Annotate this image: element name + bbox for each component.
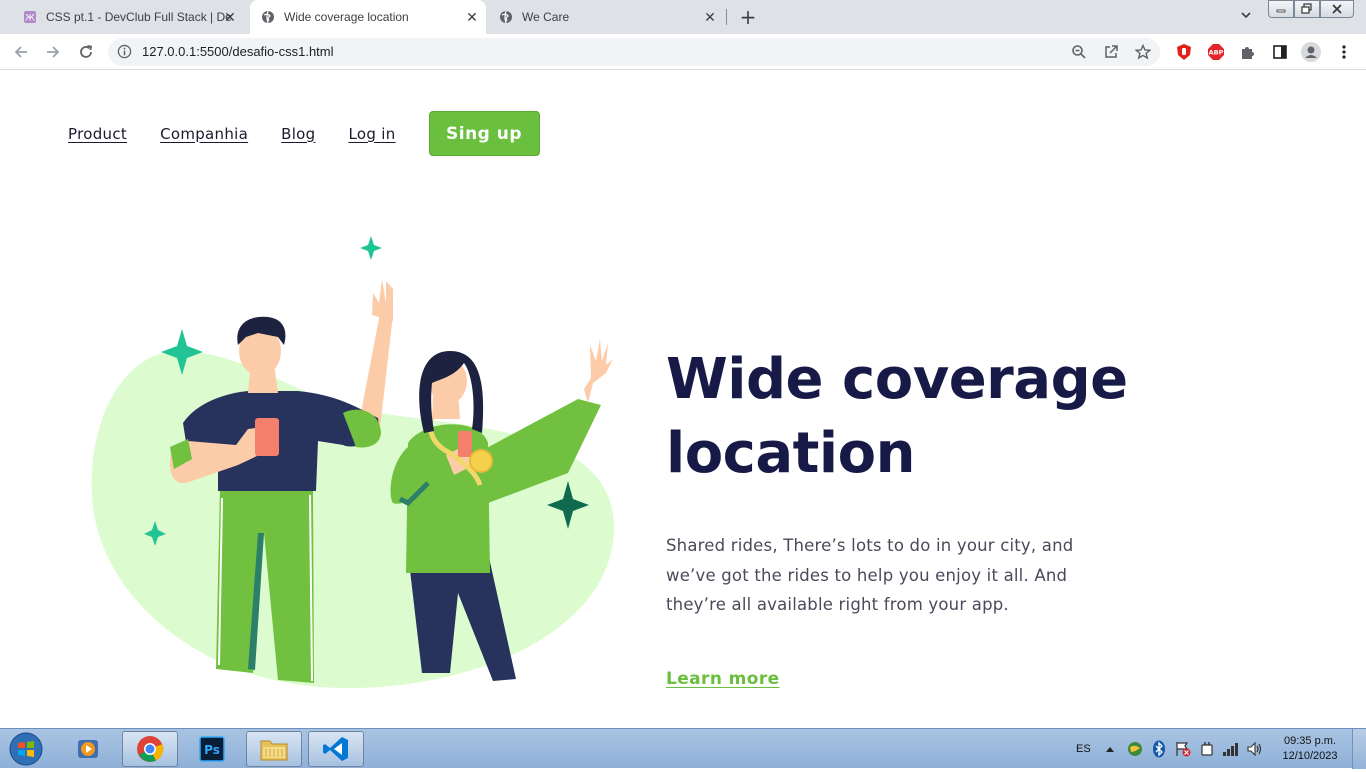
svg-text:Ps: Ps <box>204 743 220 757</box>
devclub-favicon-icon: Ж <box>22 9 38 25</box>
hero-title-line-1: Wide coverage <box>666 347 1128 412</box>
share-icon[interactable] <box>1103 44 1119 60</box>
network-globe-tray-icon[interactable] <box>1126 729 1144 769</box>
bluetooth-icon[interactable] <box>1152 729 1166 769</box>
extension-shield-icon[interactable] <box>1174 42 1194 62</box>
hero-title: Wide coverage location <box>666 343 1146 491</box>
taskbar-explorer-icon[interactable] <box>246 731 302 767</box>
tab-title: Wide coverage location <box>284 10 409 24</box>
site-info-icon[interactable] <box>117 44 132 63</box>
taskbar-chrome-icon[interactable] <box>122 731 178 767</box>
side-panel-icon[interactable] <box>1270 42 1290 62</box>
tab-title: We Care <box>522 10 570 24</box>
learn-more-link[interactable]: Learn more <box>666 669 780 689</box>
url-text[interactable]: 127.0.0.1:5500/desafio-css1.html <box>142 44 334 59</box>
taskbar-clock[interactable]: 09:35 p.m. 12/10/2023 <box>1272 734 1348 764</box>
close-tab-icon[interactable]: ✕ <box>702 9 718 25</box>
bookmark-star-icon[interactable] <box>1134 43 1152 60</box>
svg-text:ABP: ABP <box>1209 49 1224 57</box>
close-tab-icon[interactable]: ✕ <box>222 9 238 25</box>
window-minimize-button[interactable] <box>1268 0 1294 18</box>
language-indicator[interactable]: ES <box>1076 729 1091 769</box>
clock-time: 09:35 p.m. <box>1284 735 1336 747</box>
tab-wide-coverage[interactable]: Wide coverage location ✕ <box>250 0 486 34</box>
tab-devclub[interactable]: Ж CSS pt.1 - DevClub Full Stack | De ✕ <box>12 0 244 34</box>
nav-link-companhia[interactable]: Companhia <box>160 125 248 143</box>
hero-description: Shared rides, There’s lots to do in your… <box>666 536 1074 614</box>
hero-title-line-2: location <box>666 421 915 486</box>
chrome-menu-icon[interactable] <box>1334 42 1354 62</box>
nav-link-login[interactable]: Log in <box>348 125 395 143</box>
show-desktop-button[interactable] <box>1352 729 1366 769</box>
reload-icon[interactable] <box>74 40 98 64</box>
hero-illustration <box>88 233 628 693</box>
taskbar-vscode-icon[interactable] <box>308 731 364 767</box>
windows-taskbar: Ps ES 09:35 p.m. 12/10/2023 <box>0 728 1366 769</box>
nav-link-product[interactable]: Product <box>68 125 127 143</box>
adblock-icon[interactable]: ABP <box>1206 42 1226 62</box>
extensions-puzzle-icon[interactable] <box>1238 42 1258 62</box>
profile-avatar-icon[interactable] <box>1301 42 1321 62</box>
zoom-icon[interactable] <box>1071 44 1087 60</box>
action-center-flag-icon[interactable] <box>1174 729 1192 769</box>
signal-strength-icon[interactable] <box>1222 729 1240 769</box>
clock-date: 12/10/2023 <box>1282 750 1338 762</box>
new-tab-button[interactable]: + <box>736 5 760 29</box>
close-tab-icon[interactable]: ✕ <box>464 9 480 25</box>
power-plug-icon[interactable] <box>1199 729 1215 769</box>
forward-arrow-icon[interactable] <box>41 40 65 64</box>
top-nav: Product Companhia Blog Log in Sing up <box>68 111 540 156</box>
globe-icon <box>498 9 514 25</box>
svg-text:Ж: Ж <box>25 14 35 24</box>
volume-speaker-icon[interactable] <box>1246 729 1264 769</box>
window-restore-button[interactable] <box>1294 0 1320 18</box>
browser-toolbar: 127.0.0.1:5500/desafio-css1.html ABP <box>0 34 1366 70</box>
signup-button[interactable]: Sing up <box>428 111 540 156</box>
taskbar-photoshop-icon[interactable]: Ps <box>184 731 240 767</box>
tab-title: CSS pt.1 - DevClub Full Stack | De <box>46 10 232 24</box>
show-hidden-icons-arrow-icon[interactable] <box>1105 729 1115 769</box>
window-close-button[interactable] <box>1320 0 1354 18</box>
taskbar-media-player-icon[interactable] <box>60 731 116 767</box>
address-bar[interactable]: 127.0.0.1:5500/desafio-css1.html <box>108 38 1160 66</box>
nav-link-blog[interactable]: Blog <box>281 125 315 143</box>
tab-separator <box>726 9 727 25</box>
back-arrow-icon[interactable] <box>9 40 33 64</box>
tab-we-care[interactable]: We Care ✕ <box>488 0 724 34</box>
globe-icon <box>260 9 276 25</box>
tab-search-chevron-icon[interactable] <box>1236 7 1256 27</box>
web-page: Product Companhia Blog Log in Sing up Wi… <box>0 71 1366 728</box>
browser-tab-strip: Ж CSS pt.1 - DevClub Full Stack | De ✕ W… <box>0 0 1366 34</box>
start-button[interactable] <box>6 730 46 768</box>
